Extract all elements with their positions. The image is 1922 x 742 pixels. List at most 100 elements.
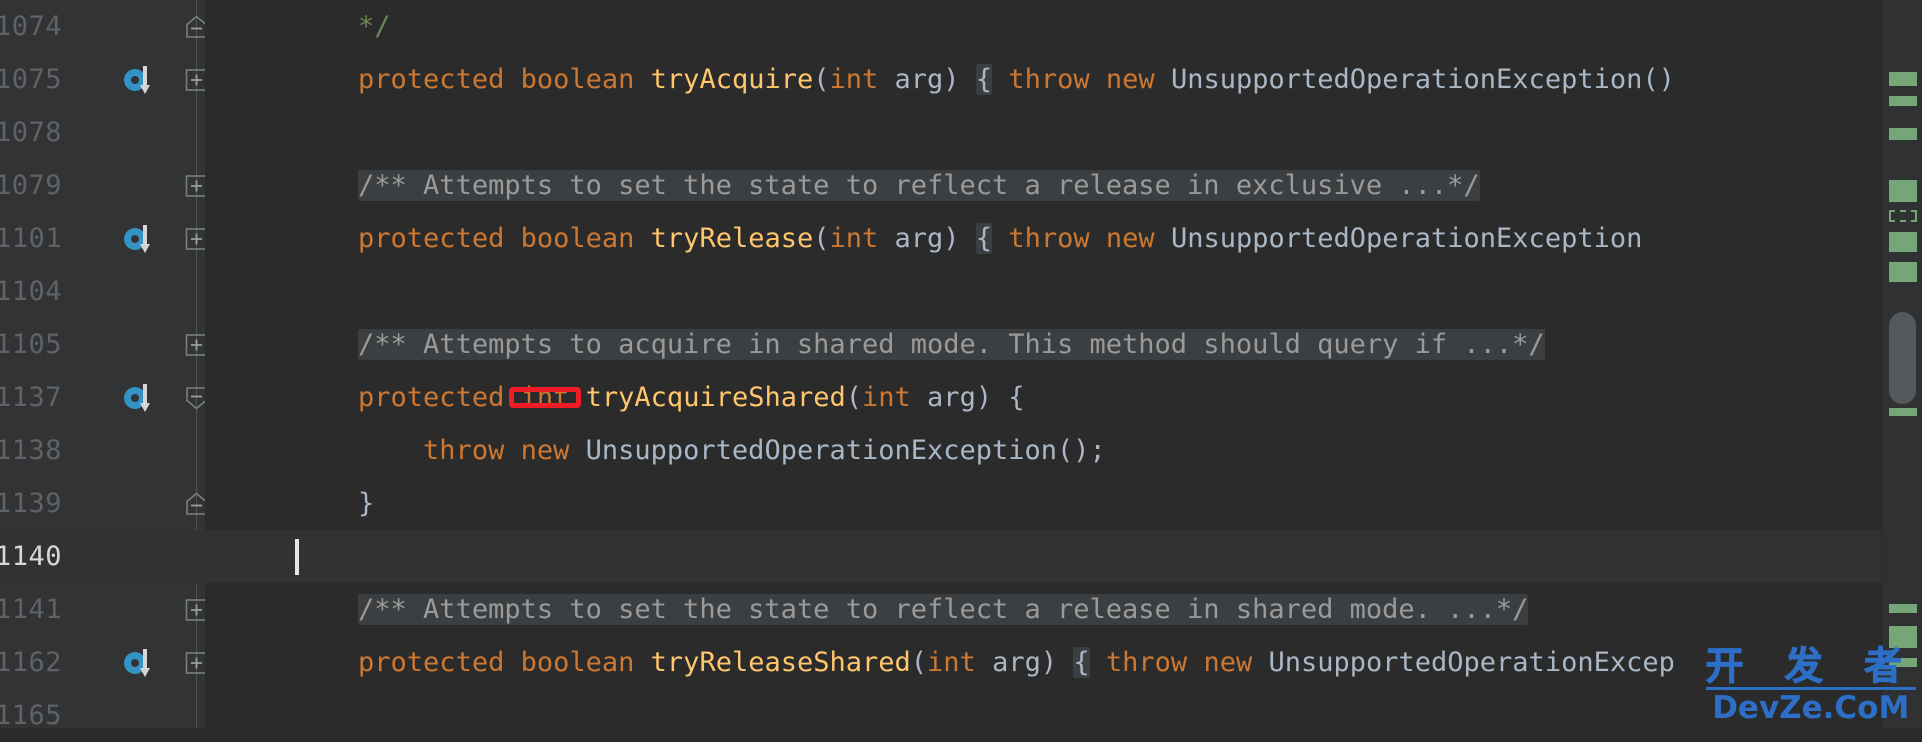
code-token: int bbox=[829, 223, 879, 254]
code-token: ( bbox=[813, 64, 830, 95]
code-line[interactable]: protected int tryAcquireShared(int arg) … bbox=[205, 371, 1882, 424]
code-line[interactable]: /** Attempts to set the state to reflect… bbox=[205, 159, 1882, 212]
vcs-change-marker[interactable] bbox=[1889, 210, 1917, 222]
code-token: throw bbox=[423, 435, 505, 466]
code-line[interactable] bbox=[205, 689, 1882, 728]
code-token: UnsupportedOperationExcep bbox=[1252, 647, 1675, 678]
code-line[interactable]: protected boolean tryRelease(int arg) { … bbox=[205, 212, 1882, 265]
gutter-row[interactable]: 1074 bbox=[0, 0, 207, 53]
vcs-change-marker[interactable] bbox=[1889, 604, 1917, 613]
code-line-text: throw new UnsupportedOperationException(… bbox=[293, 424, 1106, 477]
code-token: UnsupportedOperationException() bbox=[1154, 64, 1675, 95]
gutter-row[interactable]: 1075 bbox=[0, 53, 208, 106]
code-token: tryAcquire bbox=[650, 64, 814, 95]
code-line-text: protected boolean tryReleaseShared(int a… bbox=[293, 636, 1675, 689]
gutter-row[interactable]: 1078 bbox=[0, 106, 205, 159]
watermark-latin: DevZe.CoM bbox=[1712, 690, 1910, 726]
code-editor[interactable]: 1074 1075 1078 1079 1101 1104 1105 1137 1138 1139… bbox=[0, 0, 1922, 731]
line-number: 1162 bbox=[0, 647, 62, 678]
vcs-change-marker[interactable] bbox=[1889, 262, 1917, 282]
code-token: int bbox=[862, 382, 911, 413]
watermark: 开 发 者 DevZe.CoM bbox=[1705, 647, 1916, 726]
gutter-row[interactable]: 1105 bbox=[0, 318, 208, 371]
code-line[interactable] bbox=[205, 106, 1882, 159]
code-line[interactable]: /** Attempts to set the state to reflect… bbox=[205, 583, 1882, 636]
code-token: new bbox=[1105, 64, 1155, 95]
code-token: { bbox=[1073, 647, 1090, 678]
gutter-row[interactable]: 1137 bbox=[0, 371, 207, 424]
error-stripe-scrollbar[interactable] bbox=[1882, 0, 1922, 728]
code-line[interactable]: } bbox=[205, 477, 1882, 530]
code-line-text: protected boolean tryRelease(int arg) { … bbox=[293, 212, 1642, 265]
code-token: ( bbox=[845, 382, 863, 413]
scrollbar-thumb[interactable] bbox=[1889, 312, 1916, 404]
code-line-text: } bbox=[293, 477, 374, 530]
code-line[interactable] bbox=[205, 265, 1882, 318]
code-line[interactable]: */ bbox=[205, 0, 1882, 53]
down-arrow-icon bbox=[140, 383, 150, 412]
gutter-row[interactable]: 1104 bbox=[0, 265, 205, 318]
overriding-method-icon[interactable] bbox=[124, 646, 158, 680]
editor-gutter[interactable]: 1074 1075 1078 1079 1101 1104 1105 1137 1138 1139… bbox=[0, 0, 208, 731]
gutter-row[interactable]: 1139 bbox=[0, 477, 207, 530]
line-number: 1075 bbox=[0, 64, 62, 95]
code-line[interactable] bbox=[205, 530, 1882, 583]
code-token: int bbox=[927, 647, 976, 678]
overriding-method-icon[interactable] bbox=[124, 381, 158, 415]
gutter-row[interactable]: 1140 bbox=[0, 530, 205, 583]
code-token: tryReleaseShared bbox=[650, 647, 911, 678]
line-number: 1140 bbox=[0, 541, 62, 572]
code-line[interactable]: throw new UnsupportedOperationException(… bbox=[205, 424, 1882, 477]
down-arrow-icon bbox=[140, 65, 150, 94]
vcs-change-marker[interactable] bbox=[1889, 72, 1917, 86]
line-number: 1137 bbox=[0, 382, 62, 413]
gutter-row[interactable]: 1101 bbox=[0, 212, 208, 265]
code-token: new bbox=[1105, 223, 1155, 254]
gutter-row[interactable]: 1138 bbox=[0, 424, 205, 477]
code-line[interactable]: /** Attempts to acquire in shared mode. … bbox=[205, 318, 1882, 371]
code-token: arg) bbox=[878, 64, 976, 95]
code-token: { bbox=[975, 223, 993, 254]
gutter-row[interactable]: 1165 bbox=[0, 689, 205, 742]
code-token: UnsupportedOperationException(); bbox=[569, 435, 1106, 466]
code-token: throw bbox=[1008, 64, 1090, 95]
vcs-change-marker[interactable] bbox=[1889, 128, 1917, 140]
vcs-change-marker[interactable] bbox=[1889, 96, 1917, 106]
down-arrow-icon bbox=[140, 224, 150, 253]
line-number: 1104 bbox=[0, 276, 62, 307]
code-line[interactable]: protected boolean tryAcquire(int arg) { … bbox=[205, 53, 1882, 106]
gutter-row[interactable]: 1079 bbox=[0, 159, 208, 212]
vcs-change-marker[interactable] bbox=[1889, 180, 1917, 202]
code-token: arg) bbox=[975, 647, 1074, 678]
down-arrow-icon bbox=[140, 648, 150, 677]
overriding-method-icon[interactable] bbox=[124, 63, 158, 97]
line-number: 1101 bbox=[0, 223, 62, 254]
gutter-row[interactable]: 1141 bbox=[0, 583, 208, 636]
vcs-change-marker[interactable] bbox=[1889, 408, 1917, 416]
code-token: tryAcquireShared bbox=[585, 382, 846, 413]
gutter-row[interactable]: 1162 bbox=[0, 636, 208, 689]
code-token: throw bbox=[1105, 647, 1188, 678]
vcs-change-marker[interactable] bbox=[1889, 232, 1917, 252]
code-content-area[interactable]: */ protected boolean tryAcquire(int arg)… bbox=[205, 0, 1882, 728]
code-token: boolean bbox=[520, 647, 635, 678]
code-token: { bbox=[975, 64, 993, 95]
code-line[interactable]: protected boolean tryReleaseShared(int a… bbox=[205, 636, 1882, 689]
line-number: 1141 bbox=[0, 594, 62, 625]
line-number: 1074 bbox=[0, 11, 62, 42]
overriding-method-icon[interactable] bbox=[124, 222, 158, 256]
